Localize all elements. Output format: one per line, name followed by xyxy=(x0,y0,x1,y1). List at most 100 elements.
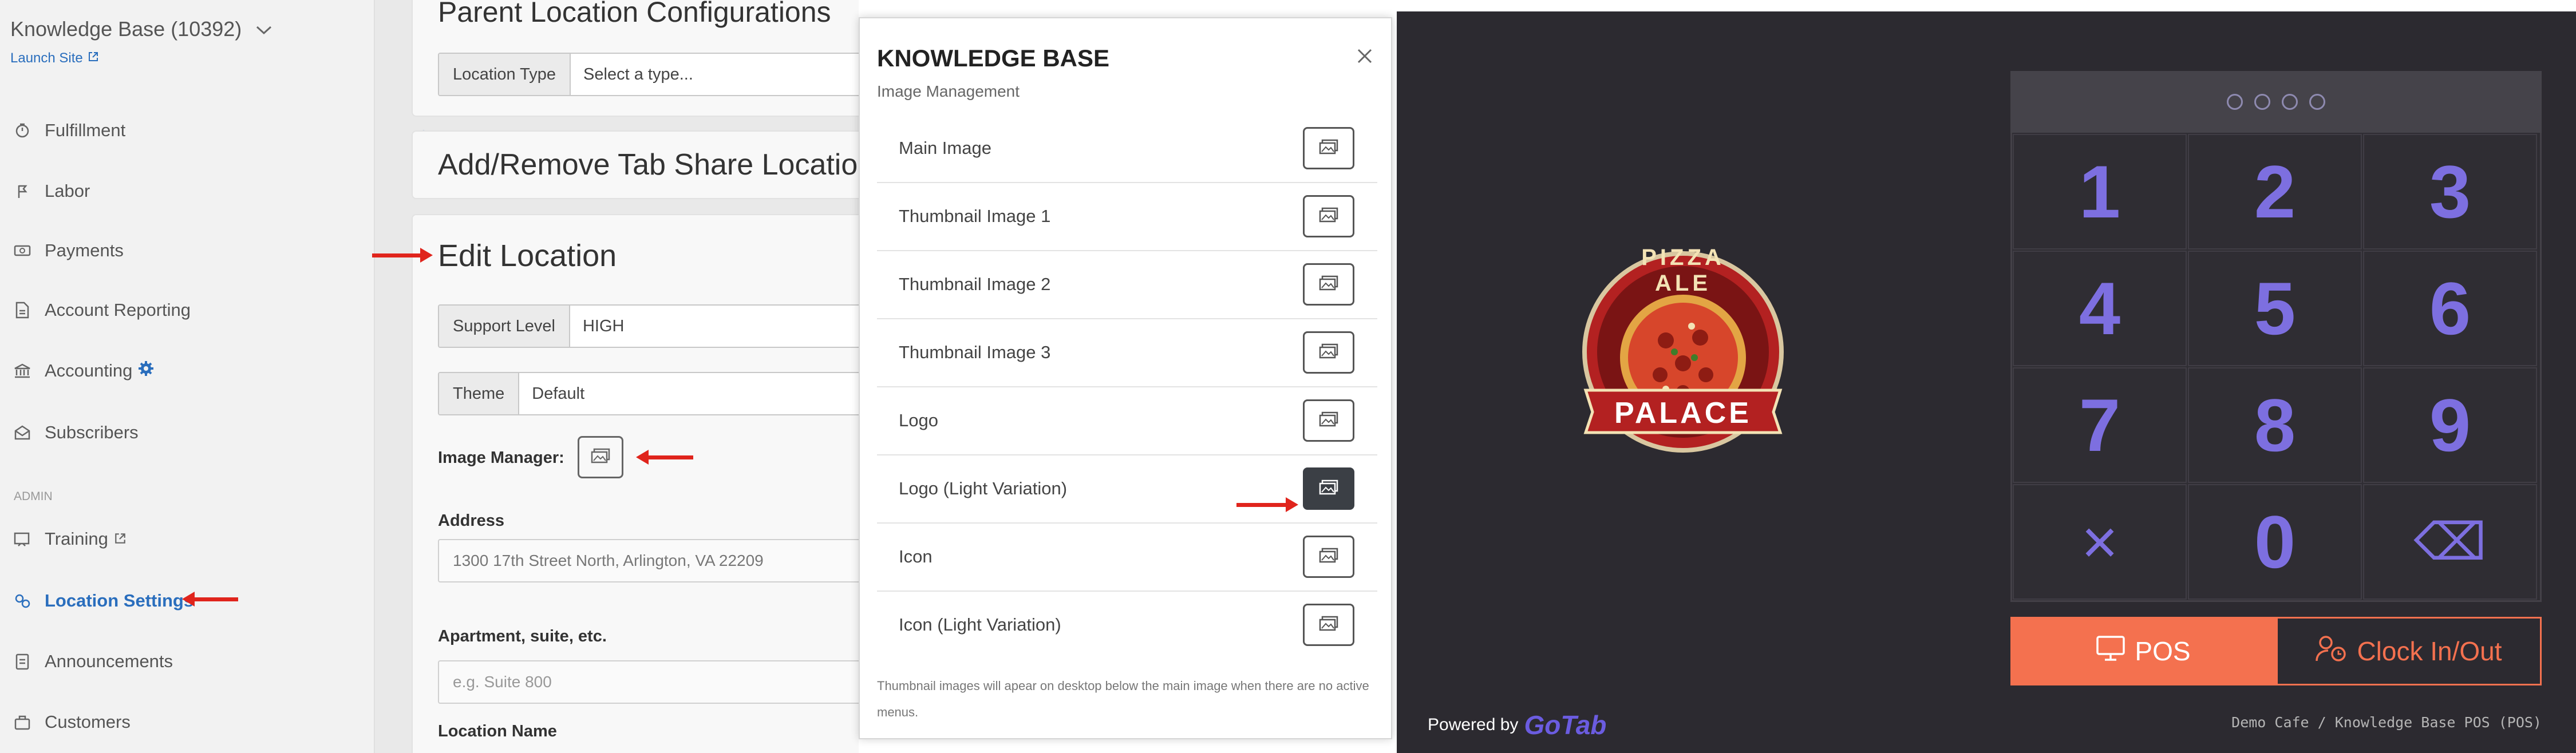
upload-image-button[interactable] xyxy=(1303,263,1354,306)
address-input[interactable]: 1300 17th Street North, Arlington, VA 22… xyxy=(438,539,859,582)
modal-title: KNOWLEDGE BASE xyxy=(877,45,1110,72)
pos-button-label: POS xyxy=(2135,636,2191,666)
sidebar-item-customers[interactable]: Customers xyxy=(13,712,131,732)
sidebar-item-account-reporting[interactable]: Account Reporting xyxy=(13,300,191,320)
image-manager-button[interactable] xyxy=(578,436,623,478)
address-label: Address xyxy=(438,512,505,530)
pizza-palace-logo: PIZZA ALE PALACE xyxy=(1580,240,1786,469)
sidebar-item-location-settings[interactable]: Location Settings xyxy=(13,590,193,611)
key-3[interactable]: 3 xyxy=(2363,134,2537,249)
upload-image-button[interactable] xyxy=(1303,331,1354,374)
modal-subtitle: Image Management xyxy=(877,82,1020,100)
sidebar-item-training[interactable]: Training xyxy=(13,529,127,549)
section-heading: Add/Remove Tab Share Location xyxy=(438,148,859,181)
image-icon xyxy=(1319,139,1338,158)
upload-image-button[interactable] xyxy=(1303,195,1354,237)
sidebar-item-label: Account Reporting xyxy=(45,300,191,320)
launch-site-link[interactable]: Launch Site xyxy=(10,50,99,66)
sidebar-item-announcements[interactable]: Announcements xyxy=(13,651,173,672)
support-level-value: HIGH xyxy=(582,316,625,335)
pos-mode-button[interactable]: POS xyxy=(2010,617,2276,685)
key-2[interactable]: 2 xyxy=(2188,134,2362,249)
sidebar-item-payments[interactable]: Payments xyxy=(13,240,124,261)
sidebar-item-label: Announcements xyxy=(45,651,173,671)
location-type-select[interactable]: Location Type Select a type... xyxy=(438,53,859,96)
bank-icon xyxy=(13,361,32,381)
key-5[interactable]: 5 xyxy=(2188,251,2362,366)
sidebar-item-labor[interactable]: Labor xyxy=(13,181,90,201)
gear-icon xyxy=(138,360,154,381)
annotation-arrow xyxy=(1236,497,1298,512)
key-1[interactable]: 1 xyxy=(2013,134,2187,249)
image-row-label: Icon (Light Variation) xyxy=(899,615,1061,635)
backspace-key[interactable]: ⌫ xyxy=(2363,484,2537,600)
sidebar-item-label: Accounting xyxy=(45,360,133,381)
clear-key[interactable]: × xyxy=(2013,484,2187,600)
upload-image-button[interactable] xyxy=(1303,127,1354,169)
logo-top-text: PIZZA ALE xyxy=(1641,245,1725,296)
image-row-icon-light: Icon (Light Variation) xyxy=(877,591,1377,659)
powered-by-label: Powered by xyxy=(1428,715,1519,734)
parent-location-card: Parent Location Configurations Location … xyxy=(412,0,859,117)
site-selector[interactable]: Knowledge Base (10392) xyxy=(10,17,272,41)
main-content: Parent Location Configurations Location … xyxy=(375,0,859,753)
pin-dot xyxy=(2227,94,2243,110)
sidebar-item-label: Training xyxy=(45,529,108,549)
report-icon xyxy=(13,300,32,320)
timer-icon xyxy=(13,121,32,140)
chevron-down-icon xyxy=(255,17,272,41)
annotation-arrow xyxy=(636,450,693,465)
image-icon xyxy=(1319,616,1338,635)
image-manager-label: Image Manager: xyxy=(438,449,564,467)
image-icon xyxy=(1319,548,1338,566)
key-0[interactable]: 0 xyxy=(2188,484,2362,600)
sidebar-item-label: Customers xyxy=(45,712,131,732)
support-level-label: Support Level xyxy=(439,306,570,347)
theme-select[interactable]: Theme Default xyxy=(438,372,859,415)
key-6[interactable]: 6 xyxy=(2363,251,2537,366)
sidebar-item-accounting[interactable]: Accounting xyxy=(13,360,154,381)
image-row-label: Icon xyxy=(899,546,933,566)
theme-label: Theme xyxy=(439,373,520,414)
external-link-icon xyxy=(114,529,127,549)
upload-image-button[interactable] xyxy=(1303,536,1354,578)
upload-image-button[interactable] xyxy=(1303,467,1354,510)
mail-icon xyxy=(13,423,32,442)
monitor-icon xyxy=(2096,635,2125,668)
thumbnail-note: Thumbnail images will apear on desktop b… xyxy=(877,679,1369,719)
image-row-label: Main Image xyxy=(899,138,991,158)
image-row-label: Logo (Light Variation) xyxy=(899,478,1068,498)
support-level-select[interactable]: Support Level HIGH xyxy=(438,304,859,348)
key-9[interactable]: 9 xyxy=(2363,367,2537,483)
key-4[interactable]: 4 xyxy=(2013,251,2187,366)
sidebar-item-label: Subscribers xyxy=(45,422,139,442)
location-type-label: Location Type xyxy=(439,54,571,95)
customers-icon xyxy=(13,712,32,732)
key-7[interactable]: 7 xyxy=(2013,367,2187,483)
pin-dot xyxy=(2254,94,2270,110)
sidebar-item-fulfillment[interactable]: Fulfillment xyxy=(13,120,125,141)
sidebar-item-label: Payments xyxy=(45,240,124,260)
gotab-logo: GoTab xyxy=(1524,710,1607,740)
sidebar-item-subscribers[interactable]: Subscribers xyxy=(13,422,139,443)
admin-sidebar: Knowledge Base (10392) Launch Site Fulfi… xyxy=(0,0,375,753)
apartment-input[interactable]: e.g. Suite 800 xyxy=(438,660,859,704)
powered-by: Powered by GoTab xyxy=(1428,710,1606,740)
image-icon xyxy=(1319,275,1338,294)
image-row-logo: Logo xyxy=(877,387,1377,455)
section-heading: Parent Location Configurations xyxy=(438,0,831,28)
close-button[interactable] xyxy=(1353,46,1376,69)
upload-image-button[interactable] xyxy=(1303,604,1354,646)
upload-image-button[interactable] xyxy=(1303,399,1354,442)
pin-dot xyxy=(2282,94,2298,110)
user-clock-icon xyxy=(2316,635,2348,668)
clock-in-out-button[interactable]: Clock In/Out xyxy=(2276,617,2542,685)
labor-icon xyxy=(13,181,32,201)
launch-site-label: Launch Site xyxy=(10,50,83,66)
theme-value: Default xyxy=(532,384,585,403)
tab-share-card: Add/Remove Tab Share Location xyxy=(412,130,859,199)
pos-footer-info: Demo Cafe / Knowledge Base POS (POS) xyxy=(2231,714,2542,731)
image-row-label: Thumbnail Image 3 xyxy=(899,342,1051,362)
key-8[interactable]: 8 xyxy=(2188,367,2362,483)
image-row-thumbnail-3: Thumbnail Image 3 xyxy=(877,319,1377,387)
